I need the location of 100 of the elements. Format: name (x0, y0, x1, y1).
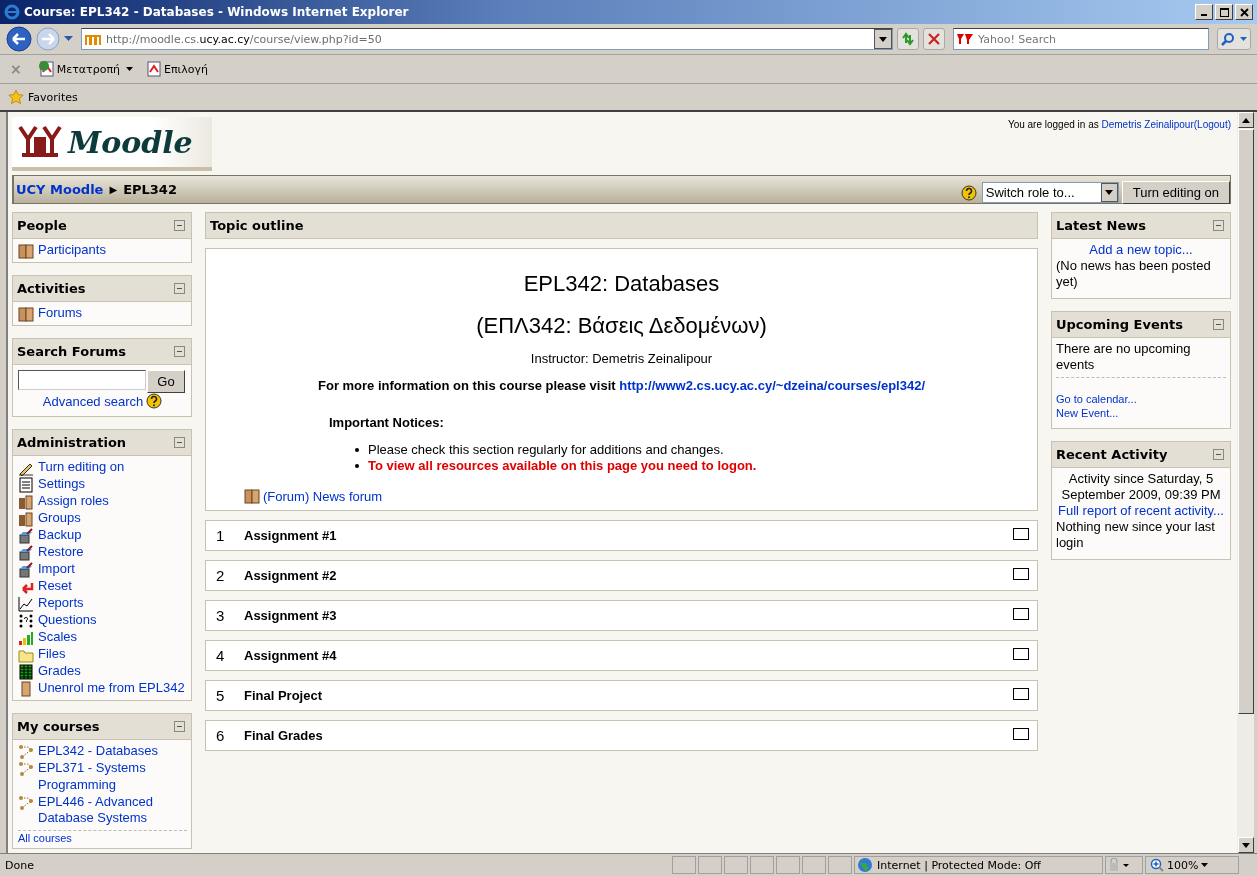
admin-link[interactable]: Backup (38, 527, 82, 544)
admin-link[interactable]: Import (38, 561, 75, 578)
show-only-topic-icon[interactable] (1013, 647, 1029, 660)
zoom-button[interactable]: 100% (1145, 856, 1239, 874)
search-forums-field[interactable] (18, 370, 146, 390)
people-icon (18, 243, 34, 259)
help-icon[interactable] (960, 184, 977, 201)
course-link[interactable]: EPL342 - Databases (38, 743, 158, 760)
show-only-topic-icon[interactable] (1013, 727, 1029, 740)
news-forum-link[interactable]: (Forum) News forum (263, 488, 383, 504)
admin-link[interactable]: Assign roles (38, 493, 109, 510)
block-title: Search Forums (17, 344, 127, 359)
admin-link[interactable]: Reset (38, 578, 72, 595)
admin-link[interactable]: Restore (38, 544, 84, 561)
admin-link[interactable]: Reports (38, 595, 84, 612)
collapse-icon[interactable] (174, 283, 185, 294)
bars-icon (18, 630, 34, 646)
site-icon (85, 32, 103, 46)
notices-heading: Important Notices: (329, 415, 445, 430)
search-icon (1220, 32, 1235, 46)
block-title: Recent Activity (1056, 447, 1168, 462)
block-link[interactable]: Full report of recent activity... (1058, 503, 1224, 518)
dropdown-arrow-icon[interactable] (126, 67, 133, 71)
block-link[interactable]: New Event... (1056, 407, 1119, 419)
block-text: (No news has been posted yet) (1056, 258, 1212, 290)
search-provider-icon (956, 33, 976, 45)
stop-button[interactable] (923, 28, 945, 50)
collapse-icon[interactable] (174, 437, 185, 448)
close-button[interactable] (1235, 4, 1253, 20)
security-zone: Internet | Protected Mode: Off (854, 856, 1103, 874)
scroll-up-button[interactable] (1237, 112, 1254, 128)
favorites-button[interactable]: Favorites (8, 89, 78, 105)
globe-icon (857, 857, 873, 873)
block-title: Administration (17, 435, 127, 450)
show-only-topic-icon[interactable] (1013, 527, 1029, 540)
admin-link[interactable]: Unenrol me from EPL342 (38, 680, 185, 697)
admin-link[interactable]: Grades (38, 663, 81, 680)
section-title: Assignment #3 (244, 608, 338, 623)
admin-link[interactable]: Scales (38, 629, 78, 646)
breadcrumb-link[interactable]: UCY Moodle (16, 182, 104, 197)
section-number: 3 (216, 607, 226, 624)
block-title: Activities (17, 281, 86, 296)
block-link[interactable]: Add a new topic... (1089, 242, 1193, 257)
notice-text: To view all resources available on this page you need to logon. (368, 458, 757, 474)
collapse-icon[interactable] (1213, 449, 1224, 460)
zoom-icon (1150, 858, 1164, 872)
block-text: Activity since Saturday, 5 September 2009, 09:39 PM (1060, 471, 1222, 503)
bullet-icon (355, 464, 359, 468)
section-title: Assignment #2 (244, 568, 338, 583)
section-number: 5 (216, 687, 226, 704)
section-title: Assignment #1 (244, 528, 338, 543)
turn-editing-on-button[interactable]: Turn editing on (1121, 181, 1230, 204)
scroll-thumb[interactable] (1237, 129, 1254, 714)
people-icon (18, 494, 34, 510)
collapse-icon[interactable] (174, 346, 185, 357)
show-only-topic-icon[interactable] (1013, 607, 1029, 620)
block-link[interactable]: Go to calendar... (1056, 393, 1137, 405)
search-button[interactable] (1217, 28, 1251, 50)
go-button[interactable]: Go (147, 370, 185, 393)
role-select[interactable]: Switch role to... (981, 182, 1119, 203)
admin-link[interactable]: Turn editing on (38, 459, 125, 476)
site-logo[interactable]: Moodle (12, 117, 212, 171)
course-link[interactable]: EPL371 - Systems Programming (38, 760, 187, 794)
show-only-topic-icon[interactable] (1013, 687, 1029, 700)
back-button[interactable] (6, 26, 32, 52)
admin-link[interactable]: Files (38, 646, 66, 663)
course-title: EPL342: Databases (522, 270, 721, 298)
help-icon[interactable] (146, 393, 163, 409)
admin-link[interactable]: Questions (38, 612, 97, 629)
collapse-icon[interactable] (1213, 220, 1224, 231)
user-link[interactable]: Demetris Zeinalipour (1101, 119, 1194, 130)
search-field[interactable]: Yahoo! Search (953, 28, 1209, 50)
toolbar-button[interactable]: Επιλογή (145, 60, 208, 78)
collapse-icon[interactable] (174, 721, 185, 732)
show-only-topic-icon[interactable] (1013, 567, 1029, 580)
collapse-icon[interactable] (1213, 319, 1224, 330)
address-field[interactable]: http://moodle.cs.ucy.ac.cy/course/view.php?id=50 (81, 28, 893, 50)
window-title: Course: EPL342 - Databases - Windows Internet Explorer (24, 5, 410, 19)
status-panel (672, 856, 696, 874)
minimize-button[interactable] (1195, 4, 1213, 20)
vertical-scrollbar[interactable] (1237, 112, 1254, 853)
logout-link[interactable]: (Logout) (1193, 119, 1231, 130)
block-title: My courses (17, 719, 100, 734)
admin-link[interactable]: Settings (38, 476, 85, 493)
block-link[interactable]: Participants (38, 242, 106, 259)
course-website-link[interactable]: http://www2.cs.ucy.ac.cy/~dzeina/courses/epl342/ (619, 378, 925, 393)
maximize-button[interactable] (1215, 4, 1233, 20)
collapse-icon[interactable] (174, 220, 185, 231)
block-link[interactable]: Forums (38, 305, 83, 322)
address-dropdown-button[interactable] (874, 29, 892, 49)
bullet-icon (355, 448, 359, 452)
advanced-search-link[interactable]: Advanced search (42, 393, 144, 409)
toolbar-button[interactable]: Μετατροπή (37, 60, 120, 78)
status-panel (698, 856, 722, 874)
scroll-down-button[interactable] (1237, 837, 1254, 853)
course-link[interactable]: EPL446 - Advanced Database Systems (38, 793, 187, 828)
refresh-button[interactable] (897, 28, 919, 50)
admin-link[interactable]: Groups (38, 510, 81, 527)
section-number: 6 (216, 727, 226, 744)
all-courses-link[interactable]: All courses (18, 832, 72, 845)
